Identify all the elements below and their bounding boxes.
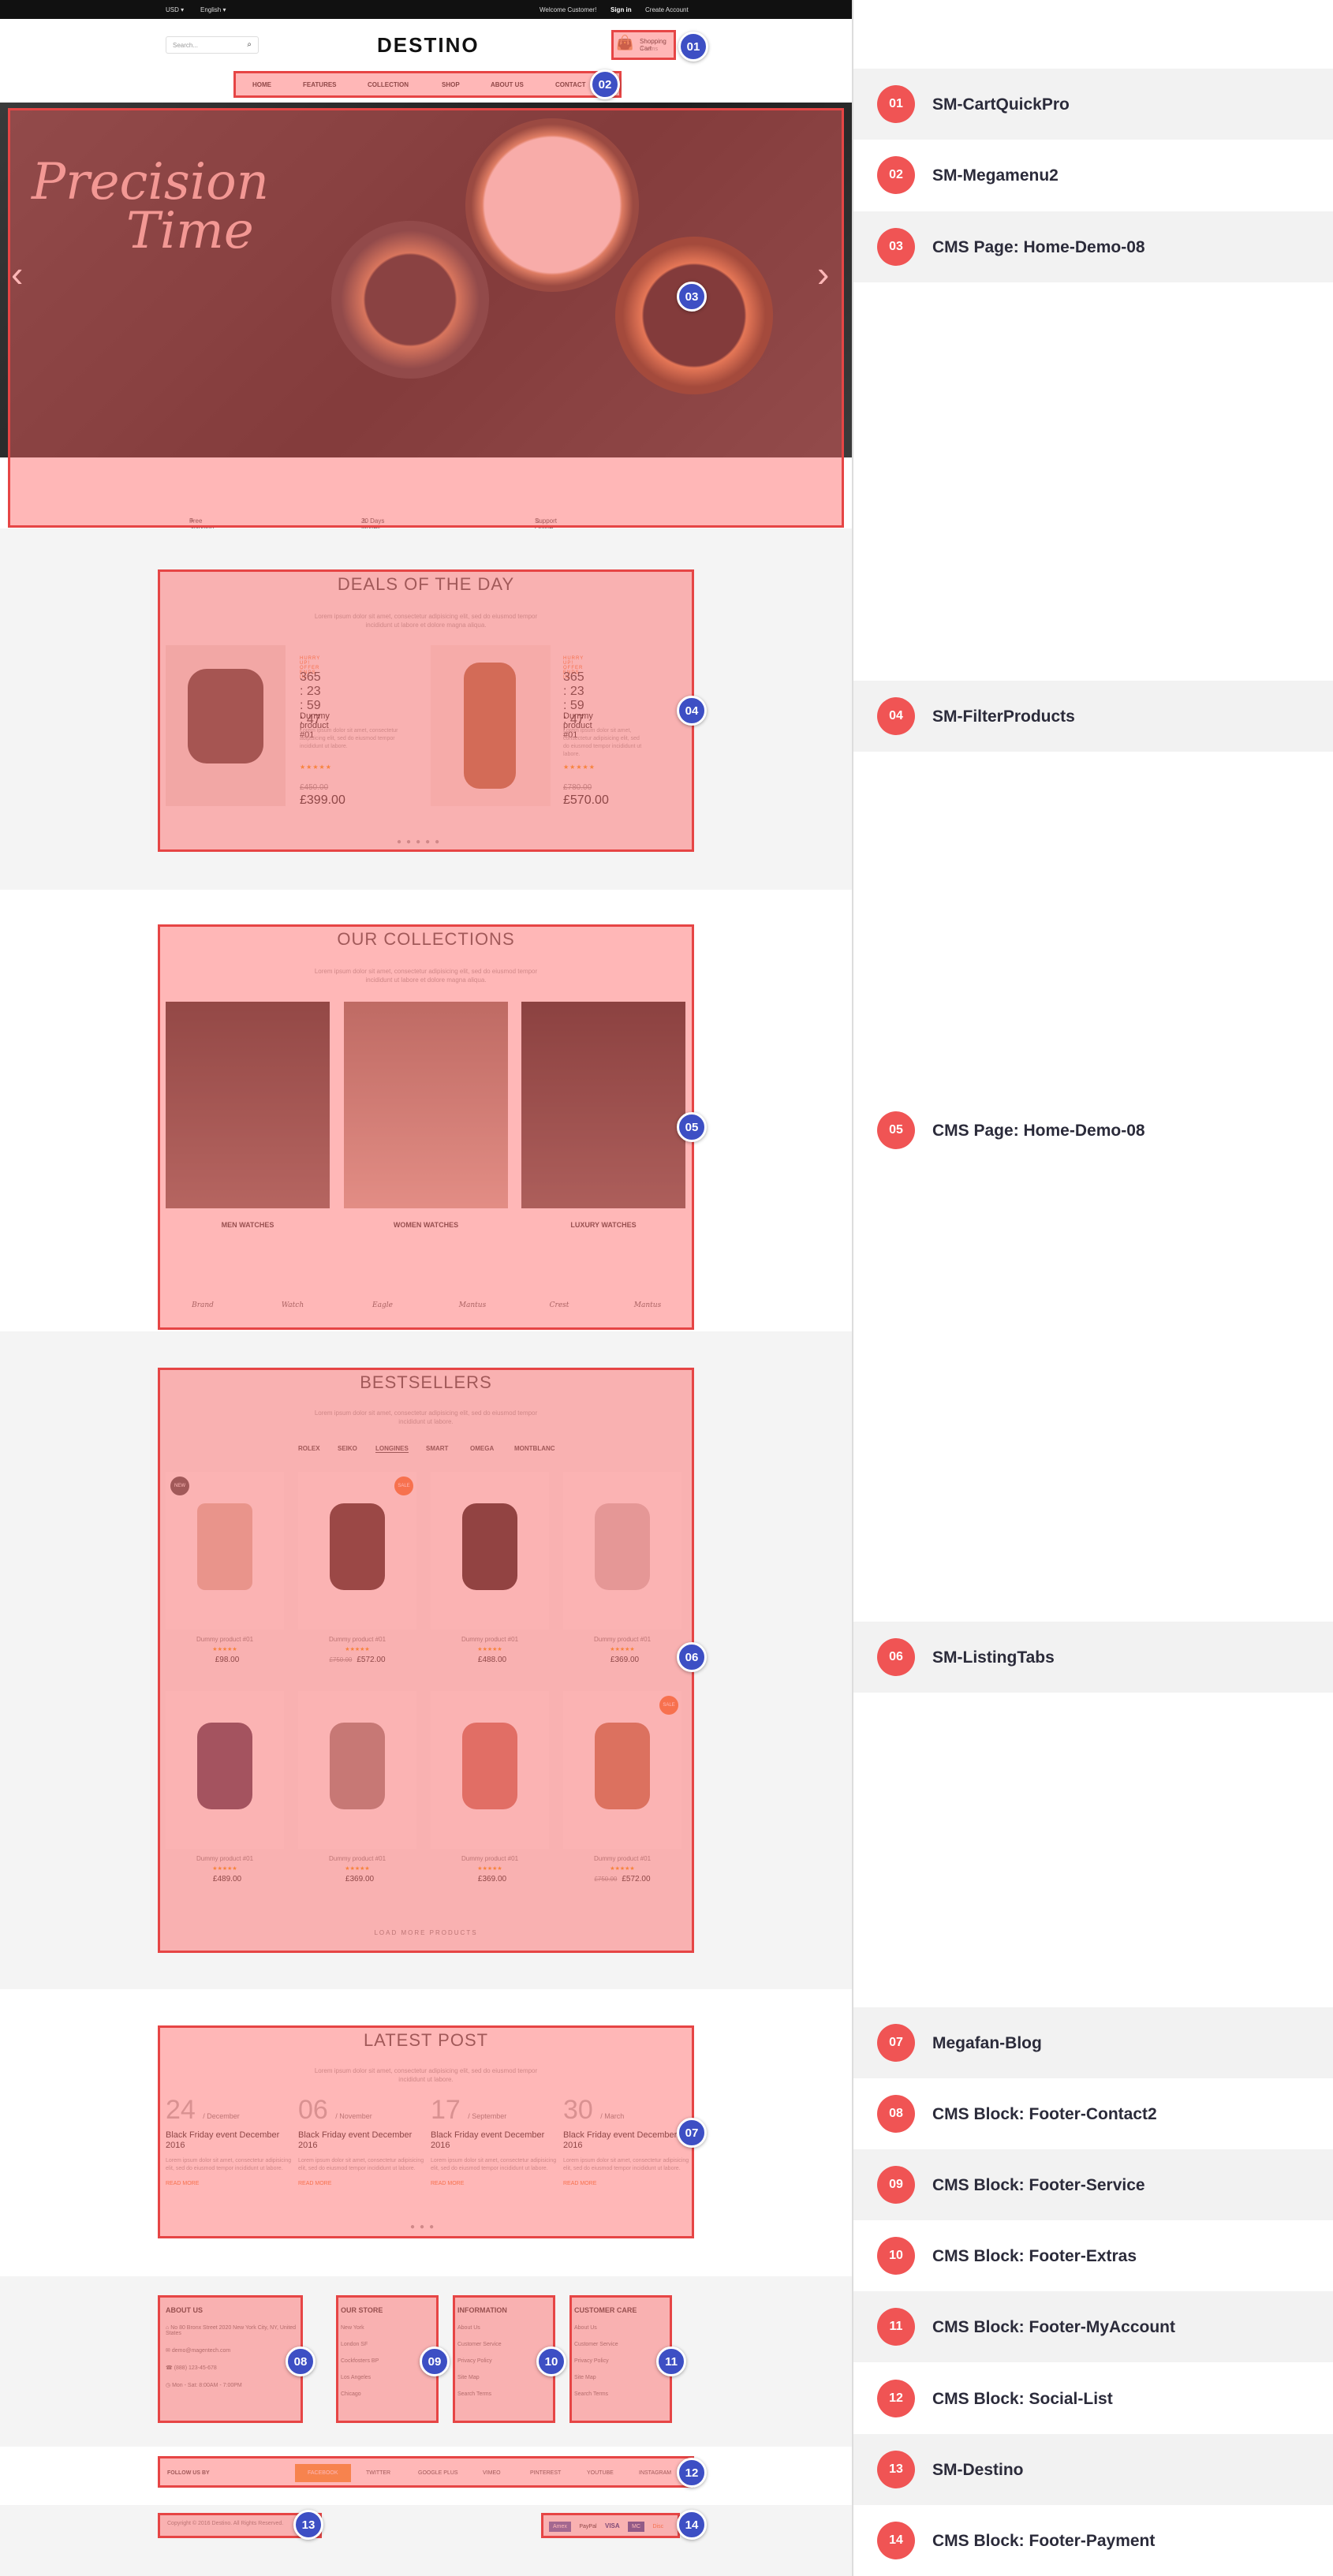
legend-module-name: SM-FilterProducts bbox=[932, 707, 1075, 726]
currency-select[interactable]: USD ▾ bbox=[166, 6, 184, 13]
legend-module-name: SM-CartQuickPro bbox=[932, 95, 1070, 114]
overlay-06 bbox=[158, 1368, 694, 1953]
badge-03: 03 bbox=[677, 282, 707, 312]
badge-05: 05 bbox=[677, 1112, 707, 1142]
legend-row-10: 10 CMS Block: Footer-Extras bbox=[853, 2220, 1333, 2291]
legend-module-name: CMS Block: Footer-Service bbox=[932, 2176, 1145, 2194]
legend-row-12: 12 CMS Block: Social-List bbox=[853, 2363, 1333, 2434]
footer-bottom bbox=[0, 2505, 852, 2576]
welcome-text: Welcome Customer! bbox=[540, 6, 597, 13]
badge-07: 07 bbox=[677, 2118, 707, 2148]
top-bar: USD ▾ English ▾ Welcome Customer! Sign i… bbox=[0, 0, 852, 19]
legend-module-name: CMS Page: Home-Demo-08 bbox=[932, 238, 1145, 256]
badge-04: 04 bbox=[677, 696, 707, 726]
overlay-08 bbox=[158, 2295, 303, 2423]
legend-row-13: 13 SM-Destino bbox=[853, 2434, 1333, 2505]
legend-row-11: 11 CMS Block: Footer-MyAccount bbox=[853, 2291, 1333, 2362]
overlay-01 bbox=[611, 30, 676, 60]
legend-number: 03 bbox=[877, 228, 915, 266]
create-account-link[interactable]: Create Account bbox=[645, 6, 689, 13]
legend-number: 02 bbox=[877, 156, 915, 194]
legend-number: 05 bbox=[877, 1111, 915, 1149]
legend-module-name: CMS Block: Social-List bbox=[932, 2390, 1113, 2408]
legend-row-07: 07 Megafan-Blog bbox=[853, 2007, 1333, 2078]
legend-module-name: CMS Block: Footer-Contact2 bbox=[932, 2105, 1157, 2123]
legend-module-name: Megafan-Blog bbox=[932, 2034, 1042, 2052]
badge-02: 02 bbox=[590, 69, 620, 99]
legend-number: 08 bbox=[877, 2095, 915, 2133]
search-placeholder: Search... bbox=[173, 42, 199, 49]
legend-module-name: SM-Destino bbox=[932, 2461, 1024, 2479]
legend-row-03: 03 CMS Page: Home-Demo-08 bbox=[853, 211, 1333, 282]
badge-08: 08 bbox=[286, 2346, 316, 2376]
site-logo[interactable]: DESTINO bbox=[377, 33, 480, 58]
legend-number: 13 bbox=[877, 2451, 915, 2488]
page-mockup: USD ▾ English ▾ Welcome Customer! Sign i… bbox=[0, 0, 852, 2576]
overlay-14 bbox=[541, 2513, 680, 2538]
legend-row-05: 05 CMS Page: Home-Demo-08 bbox=[853, 1095, 1333, 1166]
legend-row-06: 06 SM-ListingTabs bbox=[853, 1622, 1333, 1693]
badge-10: 10 bbox=[536, 2346, 566, 2376]
legend-row-14: 14 CMS Block: Footer-Payment bbox=[853, 2505, 1333, 2576]
search-icon[interactable]: ⌕ bbox=[247, 40, 252, 49]
overlay-05 bbox=[158, 924, 694, 1330]
overlay-02 bbox=[233, 71, 622, 98]
legend-row-02: 02 SM-Megamenu2 bbox=[853, 140, 1333, 211]
legend-number: 14 bbox=[877, 2522, 915, 2559]
module-legend: 01 SM-CartQuickPro 02 SM-Megamenu2 03 CMS P… bbox=[852, 0, 1333, 2576]
legend-module-name: CMS Block: Footer-Payment bbox=[932, 2532, 1156, 2550]
overlay-04 bbox=[158, 569, 694, 852]
legend-row-01: 01 SM-CartQuickPro bbox=[853, 69, 1333, 140]
search-input[interactable]: Search... ⌕ bbox=[166, 36, 259, 54]
badge-12: 12 bbox=[677, 2458, 707, 2488]
legend-number: 01 bbox=[877, 85, 915, 123]
legend-module-name: CMS Page: Home-Demo-08 bbox=[932, 1122, 1145, 1140]
overlay-07 bbox=[158, 2025, 694, 2238]
badge-14: 14 bbox=[677, 2510, 707, 2540]
badge-13: 13 bbox=[293, 2510, 323, 2540]
legend-number: 11 bbox=[877, 2308, 915, 2346]
overlay-03 bbox=[8, 108, 844, 528]
legend-row-09: 09 CMS Block: Footer-Service bbox=[853, 2149, 1333, 2220]
legend-number: 07 bbox=[877, 2024, 915, 2062]
legend-module-name: CMS Block: Footer-Extras bbox=[932, 2247, 1137, 2265]
signin-link[interactable]: Sign in bbox=[610, 6, 632, 13]
legend-row-04: 04 SM-FilterProducts bbox=[853, 681, 1333, 752]
overlay-12 bbox=[158, 2456, 694, 2488]
badge-06: 06 bbox=[677, 1642, 707, 1672]
badge-01: 01 bbox=[678, 32, 708, 62]
legend-module-name: CMS Block: Footer-MyAccount bbox=[932, 2318, 1176, 2336]
badge-11: 11 bbox=[656, 2346, 686, 2376]
legend-number: 10 bbox=[877, 2237, 915, 2275]
language-select[interactable]: English ▾ bbox=[200, 6, 226, 13]
legend-module-name: SM-ListingTabs bbox=[932, 1648, 1055, 1667]
badge-09: 09 bbox=[420, 2346, 450, 2376]
legend-number: 12 bbox=[877, 2380, 915, 2417]
legend-number: 06 bbox=[877, 1638, 915, 1676]
legend-module-name: SM-Megamenu2 bbox=[932, 166, 1059, 185]
legend-number: 09 bbox=[877, 2166, 915, 2204]
legend-number: 04 bbox=[877, 697, 915, 735]
legend-row-08: 08 CMS Block: Footer-Contact2 bbox=[853, 2078, 1333, 2149]
